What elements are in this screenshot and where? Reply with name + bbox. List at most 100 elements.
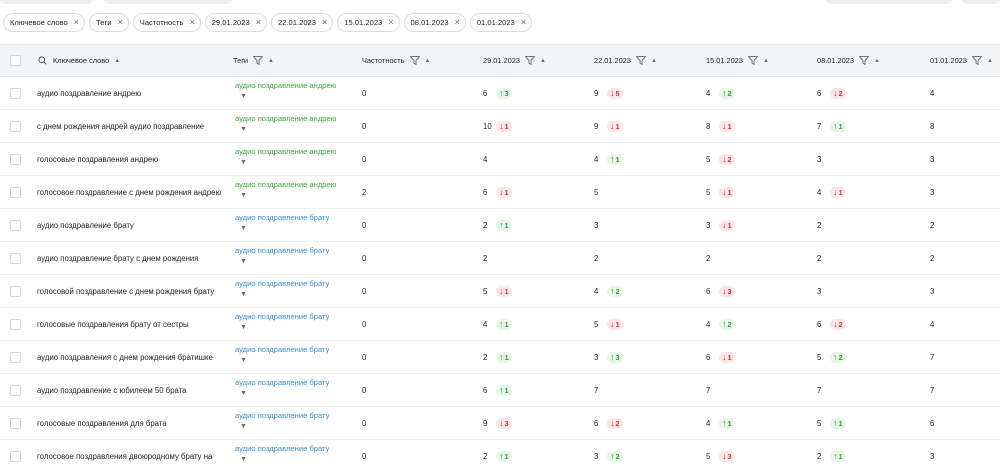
position-cell: 6 ↓ 2 <box>594 407 623 439</box>
row-checkbox[interactable] <box>10 186 21 198</box>
caret-down-icon[interactable]: ▼ <box>240 192 247 199</box>
row-checkbox[interactable] <box>10 252 21 264</box>
position-cell: 2 <box>817 209 827 241</box>
caret-down-icon[interactable]: ▼ <box>240 159 247 166</box>
filter-chip-label: 01.01.2023 <box>476 18 515 27</box>
tag-link[interactable]: аудио поздравление андрею <box>235 114 336 123</box>
position-delta-value: 2 <box>838 352 843 362</box>
filter-chip[interactable]: Ключевое слово × <box>3 13 86 32</box>
caret-down-icon[interactable]: ▼ <box>240 423 247 430</box>
sort-arrow-icon[interactable]: ▲ <box>987 58 993 64</box>
position-up-badge: ↑ 3 <box>607 351 623 363</box>
top-control-stub[interactable] <box>0 0 92 4</box>
position-value: 2 <box>594 253 599 263</box>
caret-down-icon[interactable]: ▼ <box>240 126 247 133</box>
row-checkbox[interactable] <box>10 351 21 363</box>
close-icon[interactable]: × <box>388 18 393 27</box>
row-checkbox[interactable] <box>10 120 21 132</box>
tag-link[interactable]: аудио поздравление брату <box>235 312 329 321</box>
close-icon[interactable]: × <box>455 18 460 27</box>
position-up-badge: ↑ 3 <box>496 87 512 99</box>
position-up-badge: ↑ 1 <box>496 219 512 231</box>
position-delta-value: 1 <box>727 121 732 131</box>
caret-down-icon[interactable]: ▼ <box>240 324 247 331</box>
filter-chip[interactable]: Частотность × <box>132 13 201 32</box>
tag-link[interactable]: аудио поздравление брату <box>235 279 329 288</box>
sort-arrow-icon[interactable]: ▲ <box>268 58 274 64</box>
row-checkbox[interactable] <box>10 318 21 330</box>
filter-funnel-icon[interactable] <box>972 56 982 65</box>
tag-link[interactable]: аудио поздравление андрею <box>235 81 336 90</box>
position-value: 7 <box>817 385 822 395</box>
row-checkbox[interactable] <box>10 285 21 297</box>
row-checkbox[interactable] <box>10 219 21 231</box>
row-checkbox[interactable] <box>10 153 21 165</box>
filter-chip[interactable]: 15.01.2023 × <box>337 13 400 32</box>
close-icon[interactable]: × <box>322 18 327 27</box>
keyword-cell: аудио поздравление андрею <box>37 88 142 98</box>
sort-arrow-icon[interactable]: ▲ <box>114 58 120 64</box>
top-control-stub[interactable] <box>826 0 952 4</box>
column-header-tags[interactable]: Теги ▲ <box>233 45 274 76</box>
sort-arrow-icon[interactable]: ▲ <box>425 58 431 64</box>
filter-chip[interactable]: 22.01.2023 × <box>270 13 334 32</box>
sort-arrow-icon[interactable]: ▲ <box>874 58 880 64</box>
position-cell: 3 <box>930 440 940 468</box>
filter-chip[interactable]: 08.01.2023 × <box>403 13 466 32</box>
tag-link[interactable]: аудио поздравление брату <box>235 345 329 354</box>
top-control-stub[interactable] <box>962 0 1000 4</box>
sort-arrow-icon[interactable]: ▲ <box>651 58 657 64</box>
tag-link[interactable]: аудио поздравление брату <box>235 378 329 387</box>
caret-down-icon[interactable]: ▼ <box>240 390 247 397</box>
filter-chip[interactable]: 01.01.2023 × <box>469 13 533 32</box>
row-checkbox[interactable] <box>10 87 21 99</box>
position-value: 4 <box>930 319 935 329</box>
tag-link[interactable]: аудио поздравление андрею <box>235 180 336 189</box>
position-cell: 9 ↓ 1 <box>594 110 623 142</box>
row-checkbox[interactable] <box>10 450 21 462</box>
row-checkbox[interactable] <box>10 384 21 396</box>
top-control-stub[interactable] <box>104 0 232 4</box>
search-icon[interactable] <box>38 56 47 65</box>
column-header-date[interactable]: 15.01.2023 ▲ <box>706 45 769 76</box>
caret-down-icon[interactable]: ▼ <box>240 258 247 265</box>
close-icon[interactable]: × <box>189 18 194 27</box>
filter-chip[interactable]: 29.01.2023 × <box>204 13 267 32</box>
sort-arrow-icon[interactable]: ▲ <box>763 58 769 64</box>
caret-down-icon[interactable]: ▼ <box>240 225 247 232</box>
position-value: 4 <box>817 187 822 197</box>
tag-link[interactable]: аудио поздравление брату <box>235 444 329 453</box>
caret-down-icon[interactable]: ▼ <box>240 357 247 364</box>
position-cell: 5 ↓ 1 <box>483 275 512 307</box>
tag-link[interactable]: аудио поздравление брату <box>235 246 329 255</box>
tag-link[interactable]: аудио поздравление андрею <box>235 147 336 156</box>
column-header-keyword[interactable]: Ключевое слово ▲ <box>38 45 120 76</box>
caret-down-icon[interactable]: ▼ <box>240 291 247 298</box>
filter-funnel-icon[interactable] <box>636 56 646 65</box>
position-value: 9 <box>594 121 599 131</box>
column-header-date[interactable]: 22.01.2023 ▲ <box>594 45 657 76</box>
filter-funnel-icon[interactable] <box>253 56 264 65</box>
arrow-up-icon: ↑ <box>833 120 838 131</box>
caret-down-icon[interactable]: ▼ <box>240 456 247 463</box>
close-icon[interactable]: × <box>256 18 261 27</box>
column-header-date[interactable]: 01.01.2023 ▲ <box>930 45 993 76</box>
sort-arrow-icon[interactable]: ▲ <box>540 58 546 64</box>
position-down-badge: ↓ 1 <box>607 318 623 330</box>
filter-funnel-icon[interactable] <box>525 56 535 65</box>
filter-funnel-icon[interactable] <box>859 56 869 65</box>
filter-chip[interactable]: Теги × <box>89 13 129 32</box>
tag-link[interactable]: аудио поздравление брату <box>235 213 329 222</box>
caret-down-icon[interactable]: ▼ <box>240 93 247 100</box>
close-icon[interactable]: × <box>521 18 526 27</box>
filter-funnel-icon[interactable] <box>748 56 758 65</box>
filter-funnel-icon[interactable] <box>409 56 420 65</box>
select-all-checkbox[interactable] <box>10 55 21 66</box>
tag-link[interactable]: аудио поздравление брату <box>235 411 329 420</box>
column-header-date[interactable]: 08.01.2023 ▲ <box>817 45 880 76</box>
row-checkbox[interactable] <box>10 417 21 429</box>
close-icon[interactable]: × <box>118 18 123 27</box>
column-header-frequency[interactable]: Частотность ▲ <box>362 45 430 76</box>
close-icon[interactable]: × <box>74 18 79 27</box>
column-header-date[interactable]: 29.01.2023 ▲ <box>483 45 546 76</box>
